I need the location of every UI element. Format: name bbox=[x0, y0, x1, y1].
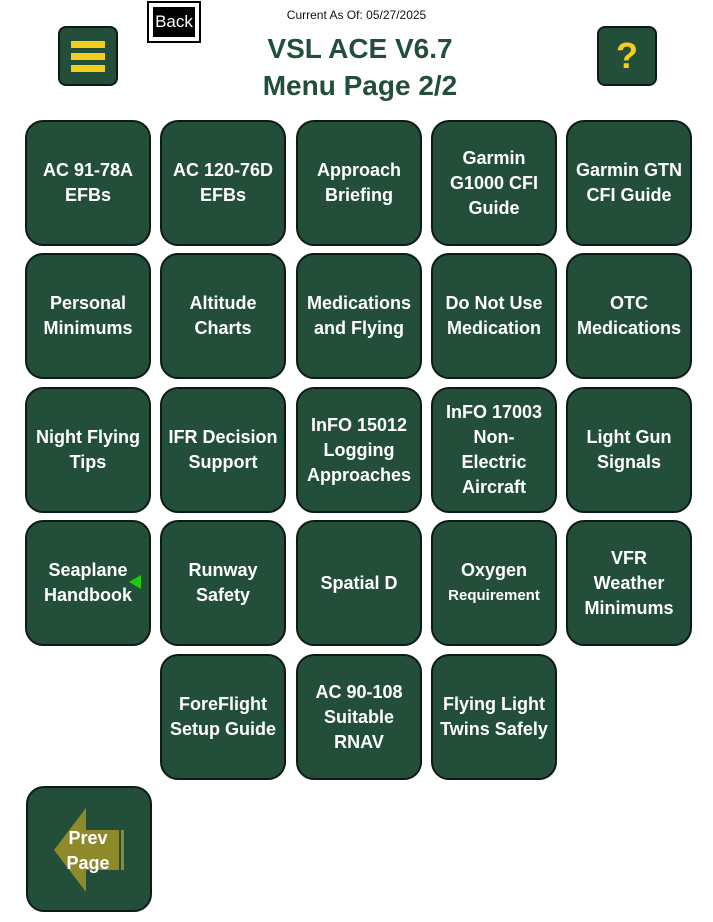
tile-label: Spatial D bbox=[320, 572, 398, 593]
tile-label: Garmin G1000 CFI Guide bbox=[449, 147, 539, 218]
updated-date: 05/27/2025 bbox=[366, 8, 427, 22]
tile-label: Runway Safety bbox=[188, 560, 258, 605]
last-updated: Current As Of: 05/27/2025 bbox=[0, 8, 713, 22]
tile-label: Night Flying Tips bbox=[36, 427, 140, 472]
tile-label: ForeFlight Setup Guide bbox=[169, 694, 276, 739]
page-subtitle: Menu Page 2/2 bbox=[262, 70, 458, 101]
tile-garmin-g1000-cfi-guide[interactable]: Garmin G1000 CFI Guide bbox=[431, 120, 557, 246]
tile-info-15012-logging-approaches[interactable]: InFO 15012 Logging Approaches bbox=[296, 387, 422, 513]
app-title: VSL ACE V6.7 bbox=[267, 33, 453, 64]
tile-flying-light-twins-safely[interactable]: Flying Light Twins Safely bbox=[431, 654, 557, 780]
help-button[interactable]: ? bbox=[597, 26, 657, 86]
tile-label: InFO 15012 Logging Approaches bbox=[306, 414, 412, 485]
tile-light-gun-signals[interactable]: Light Gun Signals bbox=[566, 387, 692, 513]
tile-ifr-decision-support[interactable]: IFR Decision Support bbox=[160, 387, 286, 513]
tile-altitude-charts[interactable]: Altitude Charts bbox=[160, 253, 286, 379]
tile-label: Garmin GTN CFI Guide bbox=[575, 160, 682, 205]
tile-label: AC 120-76D EFBs bbox=[172, 160, 274, 205]
tile-label: Seaplane Handbook bbox=[44, 560, 132, 605]
tile-approach-briefing[interactable]: Approach Briefing bbox=[296, 120, 422, 246]
tile-label: IFR Decision Support bbox=[168, 427, 278, 472]
updated-label: Current As Of: bbox=[286, 8, 363, 22]
tile-spatial-d[interactable]: Spatial D bbox=[296, 520, 422, 646]
tile-garmin-gtn-cfi-guide[interactable]: Garmin GTN CFI Guide bbox=[566, 120, 692, 246]
tile-personal-minimums[interactable]: Personal Minimums bbox=[25, 253, 151, 379]
tile-ac-91-78a-efbs[interactable]: AC 91-78A EFBs bbox=[25, 120, 151, 246]
prev-page-button[interactable]: Prev Page bbox=[26, 786, 152, 912]
tile-label: Altitude Charts bbox=[189, 293, 257, 338]
tile-label: AC 90-108 Suitable RNAV bbox=[315, 681, 403, 752]
tile-seaplane-handbook[interactable]: Seaplane Handbook bbox=[25, 520, 151, 646]
tile-label: Light Gun Signals bbox=[586, 427, 672, 472]
tile-label: Medications and Flying bbox=[306, 293, 412, 338]
tile-oxygen-requirement[interactable]: Oxygen Requirement bbox=[431, 520, 557, 646]
tile-label: Personal Minimums bbox=[43, 293, 133, 338]
tile-night-flying-tips[interactable]: Night Flying Tips bbox=[25, 387, 151, 513]
question-mark-icon: ? bbox=[616, 35, 638, 76]
tile-do-not-use-medication[interactable]: Do Not Use Medication bbox=[431, 253, 557, 379]
tile-runway-safety[interactable]: Runway Safety bbox=[160, 520, 286, 646]
tile-info-17003-non-electric-aircraft[interactable]: InFO 17003 Non- Electric Aircraft bbox=[431, 387, 557, 513]
hamburger-menu-icon bbox=[71, 40, 105, 72]
tile-foreflight-setup-guide[interactable]: ForeFlight Setup Guide bbox=[160, 654, 286, 780]
menu-button[interactable] bbox=[58, 26, 118, 86]
tile-label: InFO 17003 Non- Electric Aircraft bbox=[445, 402, 543, 497]
tile-medications-and-flying[interactable]: Medications and Flying bbox=[296, 253, 422, 379]
tile-label: Approach Briefing bbox=[316, 160, 401, 205]
tile-label: OTC Medications bbox=[576, 293, 682, 338]
page-title: VSL ACE V6.7 Menu Page 2/2 bbox=[160, 30, 560, 104]
tile-ac-120-76d-efbs[interactable]: AC 120-76D EFBs bbox=[160, 120, 286, 246]
tile-vfr-weather-minimums[interactable]: VFR Weather Minimums bbox=[566, 520, 692, 646]
tile-label: AC 91-78A EFBs bbox=[42, 160, 134, 205]
prev-page-label: Prev Page bbox=[66, 828, 110, 873]
tile-sublabel: Requirement bbox=[448, 587, 540, 604]
tile-label: VFR Weather Minimums bbox=[584, 547, 674, 618]
tile-otc-medications[interactable]: OTC Medications bbox=[566, 253, 692, 379]
tile-label: Oxygen bbox=[460, 560, 528, 580]
tile-ac-90-108-suitable-rnav[interactable]: AC 90-108 Suitable RNAV bbox=[296, 654, 422, 780]
triangle-marker-icon bbox=[129, 575, 141, 589]
tile-label: Flying Light Twins Safely bbox=[440, 694, 548, 739]
tile-label: Do Not Use Medication bbox=[445, 293, 543, 338]
